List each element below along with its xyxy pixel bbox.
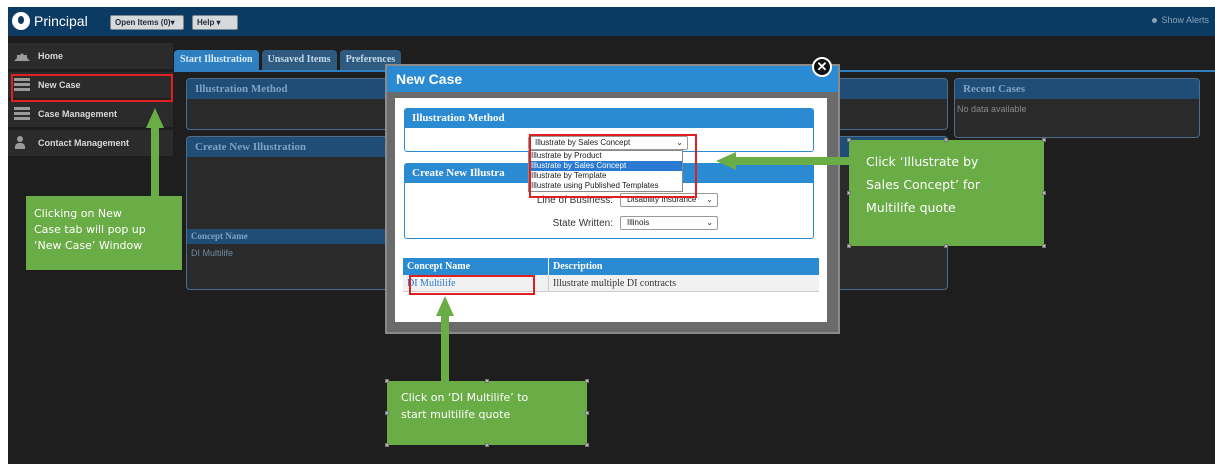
arrow-up-icon bbox=[436, 296, 454, 316]
state-written-select[interactable]: Illinois ⌄ bbox=[620, 216, 718, 230]
description-cell: Illustrate multiple DI contracts bbox=[553, 278, 677, 289]
show-alerts-link[interactable]: Show Alerts bbox=[1152, 15, 1209, 25]
resize-handle bbox=[485, 443, 489, 447]
panel-title: Illustration Method bbox=[187, 79, 389, 99]
resize-handle bbox=[385, 411, 389, 415]
resize-handle bbox=[385, 379, 389, 383]
panel-title: Create New Illustration bbox=[187, 137, 389, 157]
show-alerts-label: Show Alerts bbox=[1161, 15, 1209, 25]
tab-unsaved-items[interactable]: Unsaved Items bbox=[261, 50, 337, 70]
resize-handle bbox=[585, 379, 589, 383]
resize-handle bbox=[1042, 138, 1046, 142]
section-title: Illustration Method bbox=[405, 109, 813, 128]
no-data-text: No data available bbox=[957, 104, 1027, 114]
chevron-down-icon: ⌄ bbox=[706, 218, 713, 227]
tab-start-illustration[interactable]: Start Illustration bbox=[174, 50, 259, 70]
chevron-down-icon: ⌄ bbox=[706, 195, 713, 204]
logo-icon bbox=[12, 12, 30, 30]
column-header-description: Description bbox=[553, 261, 603, 272]
top-bar: Principal Open Items (0)▾ Help ▾ Show Al… bbox=[8, 7, 1215, 36]
alert-dot-icon bbox=[1152, 18, 1158, 23]
home-icon bbox=[14, 47, 30, 61]
select-value: Illinois bbox=[627, 218, 650, 227]
principal-logo[interactable]: Principal bbox=[12, 11, 88, 31]
resize-handle bbox=[385, 443, 389, 447]
illustration-method-panel: Illustration Method bbox=[186, 78, 390, 130]
arrow-left-icon bbox=[716, 152, 736, 170]
logo-text: Principal bbox=[34, 13, 88, 29]
callout-line: Case tab will pop up bbox=[34, 223, 146, 236]
resize-handle bbox=[585, 443, 589, 447]
main-tabs: Start Illustration Unsaved Items Prefere… bbox=[174, 50, 402, 70]
arrow-up-icon bbox=[146, 108, 164, 128]
table-header: Concept Name Description bbox=[403, 258, 819, 275]
open-items-button[interactable]: Open Items (0)▾ bbox=[110, 15, 184, 30]
concept-name-header: Concept Name bbox=[187, 229, 389, 244]
resize-handle bbox=[847, 191, 851, 195]
resize-handle bbox=[1042, 191, 1046, 195]
di-multilife-highlight bbox=[409, 275, 535, 295]
modal-title: New Case bbox=[387, 66, 838, 92]
sidebar-item-label: Contact Management bbox=[38, 138, 130, 148]
callout-line: Multilife quote bbox=[866, 200, 956, 215]
help-button[interactable]: Help ▾ bbox=[192, 15, 238, 30]
callout-line: start multilife quote bbox=[401, 408, 511, 421]
callout-sales-concept: Click ‘Illustrate by Sales Concept’ for … bbox=[849, 140, 1044, 246]
callout-line: ‘New Case’ Window bbox=[34, 239, 143, 252]
create-new-illustration-panel: Create New Illustration Concept Name DI … bbox=[186, 136, 390, 290]
arrow-shaft bbox=[151, 126, 159, 196]
resize-handle bbox=[485, 379, 489, 383]
close-icon[interactable]: ✕ bbox=[812, 57, 832, 77]
callout-line: Click on ‘DI Multilife’ to bbox=[401, 391, 529, 404]
state-written-label: State Written: bbox=[552, 218, 613, 229]
panel-title: Recent Cases bbox=[955, 79, 1199, 99]
recent-cases-panel: Recent Cases No data available bbox=[954, 78, 1200, 138]
resize-handle bbox=[944, 138, 948, 142]
method-dropdown-highlight bbox=[529, 134, 697, 198]
callout-line: Click ‘Illustrate by bbox=[866, 154, 979, 169]
sidebar-item-label: Home bbox=[38, 51, 64, 61]
sidebar-item-label: Case Management bbox=[38, 109, 118, 119]
sidebar-item-contact-management[interactable]: Contact Management bbox=[8, 130, 173, 156]
resize-handle bbox=[847, 244, 851, 248]
callout-di-multilife: Click on ‘DI Multilife’ to start multili… bbox=[387, 381, 587, 445]
sidebar-item-home[interactable]: Home bbox=[8, 43, 173, 69]
person-icon bbox=[14, 136, 30, 150]
case-management-icon bbox=[14, 107, 30, 121]
arrow-shaft bbox=[441, 315, 449, 381]
resize-handle bbox=[847, 138, 851, 142]
resize-handle bbox=[1042, 244, 1046, 248]
callout-line: Clicking on New bbox=[34, 207, 122, 220]
concept-row-link[interactable]: DI Multilife bbox=[191, 248, 233, 258]
arrow-shaft bbox=[736, 157, 849, 165]
resize-handle bbox=[944, 244, 948, 248]
new-case-highlight bbox=[11, 74, 173, 102]
callout-line: Sales Concept’ for bbox=[866, 177, 981, 192]
callout-new-case: Clicking on New Case tab will pop up ‘Ne… bbox=[26, 196, 182, 270]
column-header-concept-name: Concept Name bbox=[403, 258, 549, 275]
resize-handle bbox=[585, 411, 589, 415]
